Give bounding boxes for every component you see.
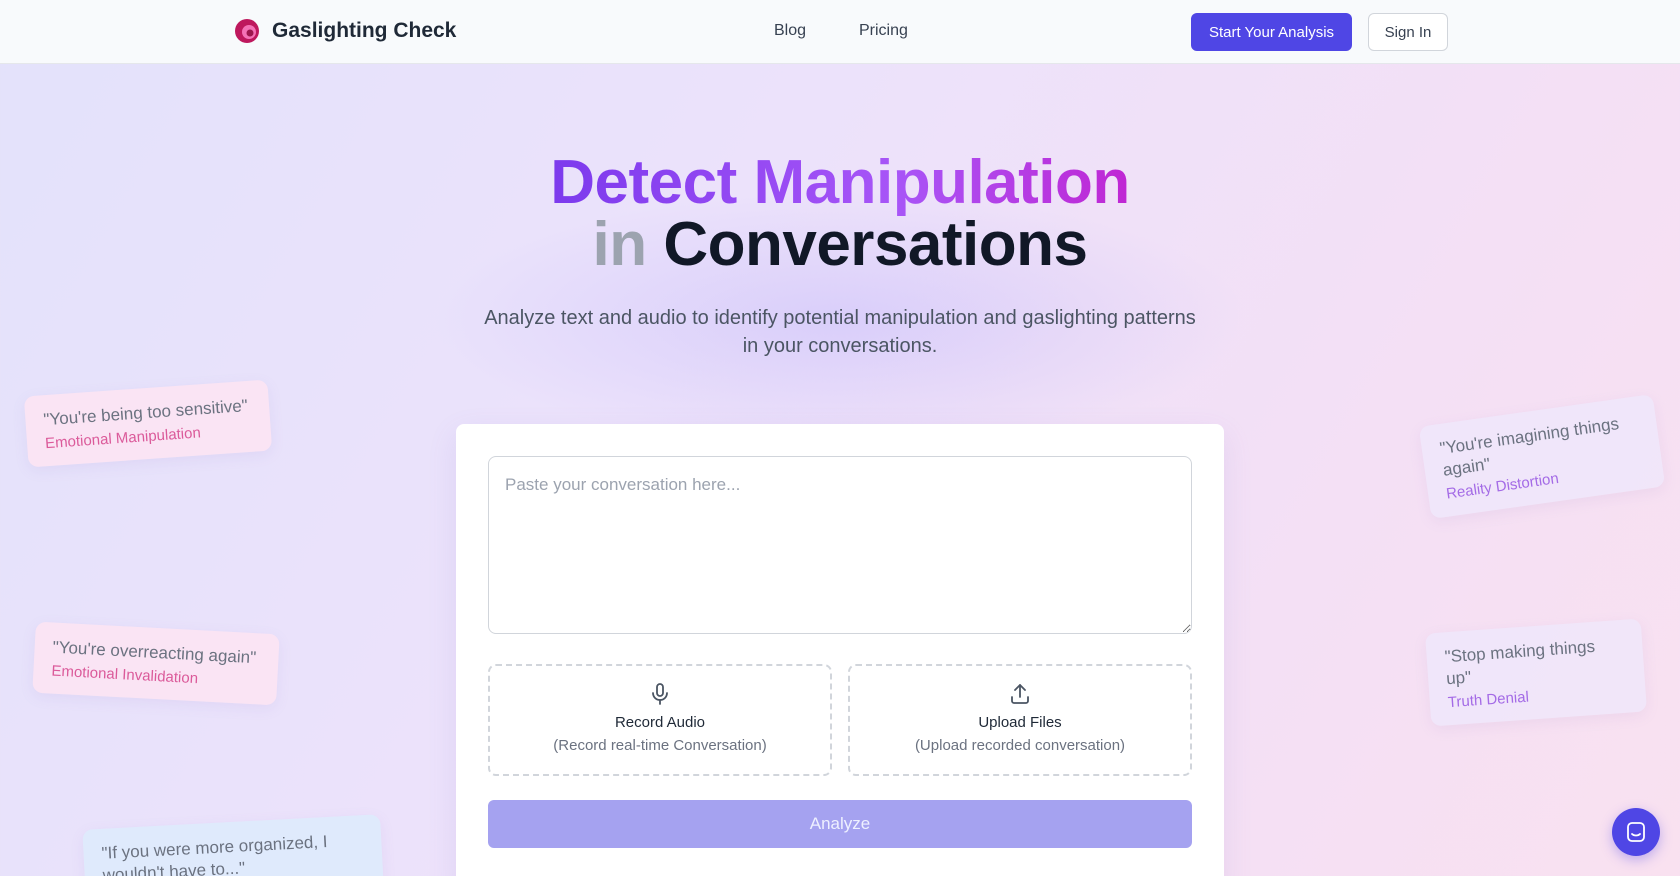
quote-card: "You're being too sensitive" Emotional M… [23, 379, 273, 468]
upload-icon [1011, 684, 1029, 704]
hero-title: Detect Manipulation in Conversations [0, 152, 1680, 276]
upload-files-subtitle: (Upload recorded conversation) [914, 737, 1126, 754]
hero-subtitle: Analyze text and audio to identify poten… [440, 304, 1240, 360]
analysis-card: Record Audio (Record real-time Conversat… [456, 424, 1224, 876]
quote-card: "If you were more organized, I wouldn't … [82, 814, 384, 876]
upload-files-title: Upload Files [978, 714, 1062, 731]
brand-name: Gaslighting Check [272, 19, 457, 42]
record-audio-button[interactable]: Record Audio (Record real-time Conversat… [488, 664, 832, 776]
hero-title-highlight: Detect Manipulation [550, 148, 1130, 217]
quote-text: "Stop making things up" [1444, 636, 1596, 689]
analyze-button[interactable]: Analyze [488, 800, 1192, 848]
conversation-input[interactable] [488, 456, 1192, 634]
nav-link-pricing[interactable]: Pricing [859, 22, 908, 40]
upload-files-button[interactable]: Upload Files (Upload recorded conversati… [848, 664, 1192, 776]
hero-title-in: in [592, 210, 647, 279]
top-navbar: Gaslighting Check Blog Pricing Start You… [0, 0, 1680, 64]
quote-card: "You're imagining things again" Reality … [1418, 394, 1666, 519]
chat-icon [1627, 822, 1645, 842]
chat-widget-button[interactable] [1612, 808, 1660, 856]
quote-card: "Stop making things up" Truth Denial [1425, 618, 1647, 727]
hero-title-conversations: Conversations [663, 210, 1088, 279]
start-analysis-button[interactable]: Start Your Analysis [1191, 13, 1352, 51]
quote-card: "You're overreacting again" Emotional In… [32, 621, 280, 706]
hero-subtitle-line2: in your conversations. [742, 335, 938, 357]
sign-in-button[interactable]: Sign In [1368, 13, 1448, 51]
brand-logo-icon [235, 19, 259, 43]
nav-link-blog[interactable]: Blog [774, 22, 806, 40]
record-audio-subtitle: (Record real-time Conversation) [553, 737, 767, 754]
brand[interactable]: Gaslighting Check [234, 18, 456, 44]
record-audio-title: Record Audio [614, 714, 706, 731]
hero-subtitle-line1: Analyze text and audio to identify poten… [484, 307, 1196, 329]
quote-text: "If you were more organized, I wouldn't … [101, 832, 328, 876]
microphone-icon [652, 683, 668, 705]
